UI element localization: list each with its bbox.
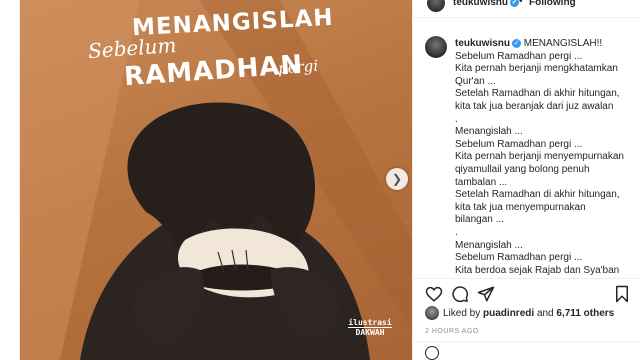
heart-icon[interactable] (425, 285, 443, 303)
caption-line: Menangislah ... (455, 126, 523, 138)
likes-summary: Liked by puadinredi and 6,711 others (425, 306, 635, 322)
caption-line: Sebelum Ramadhan pergi ... (455, 50, 583, 62)
caption-username[interactable]: teukuwisnu (455, 38, 510, 49)
following-button[interactable]: Following (529, 0, 576, 8)
liker-avatar[interactable] (425, 306, 439, 320)
caption-line: Setelah Ramadhan di akhir hitungan, (455, 88, 620, 100)
header-username-text[interactable]: teukuwisnu (453, 0, 508, 8)
add-comment-bar (413, 341, 640, 360)
caption-line: Qur'an ... (455, 75, 496, 87)
watermark-bottom: DAKWAH (348, 327, 392, 337)
caption-line: . (455, 113, 458, 125)
watermark-top: ilustrasi (348, 318, 392, 327)
caption-line: kita tak jua beranjak dari juz awalan (455, 100, 614, 112)
post-sidebar: teukuwisnu ✓ • Following teukuwisnu ✓ MENA… (412, 0, 640, 360)
caption-line: qiyamullail yang bolong penuh (455, 163, 590, 175)
likes-prefix: Liked by (443, 308, 481, 319)
caption-line: kita tak jua menyempurnakan (455, 201, 586, 213)
avatar[interactable] (427, 0, 445, 12)
caption-line: tambalan ... (455, 176, 508, 188)
emoji-icon[interactable] (425, 346, 439, 360)
caption-line: Kita pernah berjanji menyempurnakan (455, 151, 624, 163)
caption-line: . (455, 226, 458, 238)
bookmark-icon[interactable] (613, 285, 631, 303)
caption-line: bilangan ... (455, 214, 504, 226)
verified-badge-icon: ✓ (512, 38, 522, 48)
caption-headline: MENANGISLAH!! (523, 38, 603, 49)
caption-text: teukuwisnu ✓ MENANGISLAH!! Sebelum Ramadh… (455, 38, 633, 277)
comment-icon[interactable] (451, 285, 469, 303)
post-illustration (20, 0, 412, 360)
caption-line: Menangislah ... (455, 239, 523, 251)
caption-line: Sebelum Ramadhan pergi ... (455, 138, 583, 150)
header-username[interactable]: teukuwisnu ✓ (453, 0, 520, 8)
share-icon[interactable] (477, 285, 495, 303)
caption-line: Setelah Ramadhan di akhir hitungan, (455, 189, 620, 201)
watermark-logo: ilustrasi DAKWAH (348, 318, 392, 337)
caption-line: Sebelum Ramadhan pergi ... (455, 252, 583, 264)
caption-line: Kita pernah berjanji mengkhatamkan (455, 63, 618, 75)
verified-badge-icon: ✓ (510, 0, 520, 7)
caption-section: teukuwisnu ✓ MENANGISLAH!! Sebelum Ramadh… (413, 30, 640, 278)
likes-count-link[interactable]: 6,711 others (556, 308, 614, 319)
left-margin (0, 0, 20, 360)
likes-text: Liked by puadinredi and 6,711 others (443, 308, 614, 319)
likes-connector: and (536, 308, 554, 319)
caption-avatar[interactable] (425, 36, 447, 58)
post-header: teukuwisnu ✓ • Following (413, 0, 640, 18)
action-bar (413, 278, 640, 308)
chevron-right-icon[interactable]: ❯ (386, 168, 408, 190)
liker-username[interactable]: puadinredi (483, 308, 534, 319)
post-image[interactable]: MENANGISLAH Sebelum RAMADHAN pergi ilust… (20, 0, 412, 360)
post-title-pergi: pergi (277, 56, 319, 78)
caption-first-line: teukuwisnu ✓ MENANGISLAH!! (455, 38, 633, 51)
instagram-post-window: MENANGISLAH Sebelum RAMADHAN pergi ilust… (0, 0, 640, 360)
post-timestamp[interactable]: 2 HOURS AGO (425, 328, 479, 335)
header-separator: • (519, 0, 523, 7)
caption-line: Kita berdoa sejak Rajab dan Sya'ban (455, 264, 620, 276)
